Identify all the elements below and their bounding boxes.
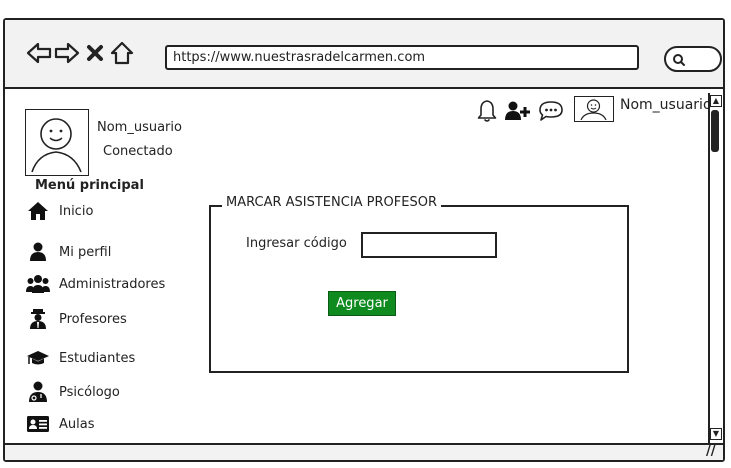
scroll-up-button[interactable]: ▲ xyxy=(710,95,722,107)
attendance-form-panel xyxy=(209,205,629,373)
status-bar xyxy=(5,443,723,460)
sidebar-item-label: Psicólogo xyxy=(59,384,120,400)
code-label: Ingresar código xyxy=(246,236,347,251)
sidebar-item-label: Administradores xyxy=(59,276,166,292)
sidebar-item-mi-perfil[interactable]: Mi perfil xyxy=(26,241,111,263)
classroom-card-icon xyxy=(26,413,50,435)
psychologist-icon xyxy=(26,381,50,403)
scrollbar-thumb[interactable] xyxy=(711,110,719,152)
avatar-face-icon xyxy=(31,118,82,173)
sidebar-item-label: Estudiantes xyxy=(59,350,136,366)
home-icon[interactable] xyxy=(109,36,135,70)
search-icon xyxy=(673,54,685,66)
back-arrow-icon[interactable] xyxy=(26,36,52,70)
user-avatar xyxy=(25,109,89,176)
menu-title: Menú principal xyxy=(35,178,144,193)
add-user-icon[interactable] xyxy=(505,99,531,123)
code-input[interactable] xyxy=(361,232,497,258)
user-icon xyxy=(26,241,50,263)
sidebar-item-profesores[interactable]: Profesores xyxy=(26,308,127,330)
sidebar-item-label: Aulas xyxy=(59,416,95,432)
sidebar-item-psicologo[interactable]: Psicólogo xyxy=(26,381,120,403)
close-icon[interactable] xyxy=(85,36,105,70)
graduation-cap-icon xyxy=(26,347,50,369)
sidebar-item-estudiantes[interactable]: Estudiantes xyxy=(26,347,135,369)
professor-icon xyxy=(26,308,50,330)
sidebar-item-label: Mi perfil xyxy=(59,244,112,260)
address-bar[interactable]: https://www.nuestrasradelcarmen.com xyxy=(165,45,639,70)
avatar-face-icon xyxy=(580,99,607,121)
form-legend: MARCAR ASISTENCIA PROFESOR xyxy=(222,195,441,210)
bell-icon[interactable] xyxy=(476,99,498,123)
header-avatar[interactable] xyxy=(574,96,614,122)
sidebar-item-administradores[interactable]: Administradores xyxy=(26,273,165,295)
home-icon xyxy=(26,200,50,222)
browser-search-button[interactable] xyxy=(664,46,722,72)
sidebar-user-name: Nom_usuario xyxy=(97,120,182,135)
user-status: Conectado xyxy=(103,144,173,159)
forward-arrow-icon[interactable] xyxy=(54,36,80,70)
header-user-name[interactable]: Nom_usuario xyxy=(620,97,712,113)
resize-grip-icon[interactable]: // xyxy=(706,444,716,459)
sidebar-item-label: Inicio xyxy=(59,203,94,219)
clipped-page-heading xyxy=(0,0,731,16)
sidebar-item-label: Profesores xyxy=(59,311,127,327)
scroll-down-button[interactable]: ▼ xyxy=(710,428,722,440)
users-icon xyxy=(26,273,50,295)
sidebar-item-inicio[interactable]: Inicio xyxy=(26,200,93,222)
add-button[interactable]: Agregar xyxy=(328,291,396,316)
chat-icon[interactable] xyxy=(538,99,564,123)
sidebar-item-aulas[interactable]: Aulas xyxy=(26,413,94,435)
